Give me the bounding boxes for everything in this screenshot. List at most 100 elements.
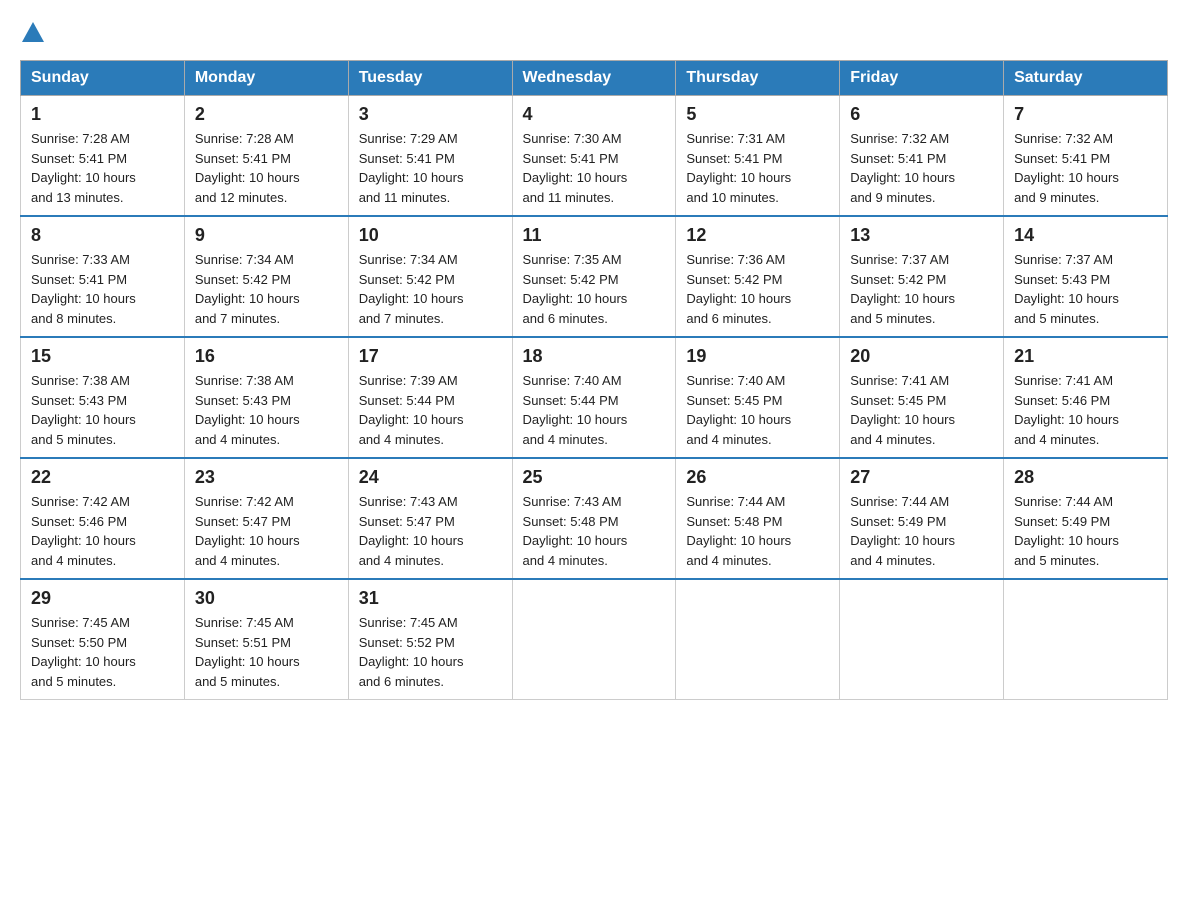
calendar-cell: 5 Sunrise: 7:31 AM Sunset: 5:41 PM Dayli…: [676, 96, 840, 217]
day-number: 29: [31, 588, 174, 609]
day-info: Sunrise: 7:41 AM Sunset: 5:46 PM Dayligh…: [1014, 373, 1119, 447]
weekday-header-wednesday: Wednesday: [512, 61, 676, 96]
page-header: [20, 20, 1168, 42]
day-number: 19: [686, 346, 829, 367]
week-row-3: 15 Sunrise: 7:38 AM Sunset: 5:43 PM Dayl…: [21, 337, 1168, 458]
day-info: Sunrise: 7:28 AM Sunset: 5:41 PM Dayligh…: [195, 131, 300, 205]
day-number: 31: [359, 588, 502, 609]
calendar-cell: 4 Sunrise: 7:30 AM Sunset: 5:41 PM Dayli…: [512, 96, 676, 217]
day-info: Sunrise: 7:36 AM Sunset: 5:42 PM Dayligh…: [686, 252, 791, 326]
day-info: Sunrise: 7:32 AM Sunset: 5:41 PM Dayligh…: [850, 131, 955, 205]
calendar-cell: 30 Sunrise: 7:45 AM Sunset: 5:51 PM Dayl…: [184, 579, 348, 700]
day-info: Sunrise: 7:44 AM Sunset: 5:49 PM Dayligh…: [850, 494, 955, 568]
calendar-cell: 27 Sunrise: 7:44 AM Sunset: 5:49 PM Dayl…: [840, 458, 1004, 579]
calendar-cell: 17 Sunrise: 7:39 AM Sunset: 5:44 PM Dayl…: [348, 337, 512, 458]
weekday-header-monday: Monday: [184, 61, 348, 96]
day-number: 24: [359, 467, 502, 488]
day-number: 5: [686, 104, 829, 125]
day-number: 16: [195, 346, 338, 367]
calendar-cell: 21 Sunrise: 7:41 AM Sunset: 5:46 PM Dayl…: [1004, 337, 1168, 458]
weekday-header-saturday: Saturday: [1004, 61, 1168, 96]
day-info: Sunrise: 7:37 AM Sunset: 5:42 PM Dayligh…: [850, 252, 955, 326]
day-info: Sunrise: 7:44 AM Sunset: 5:48 PM Dayligh…: [686, 494, 791, 568]
day-info: Sunrise: 7:34 AM Sunset: 5:42 PM Dayligh…: [195, 252, 300, 326]
calendar-cell: [1004, 579, 1168, 700]
calendar-cell: 18 Sunrise: 7:40 AM Sunset: 5:44 PM Dayl…: [512, 337, 676, 458]
calendar-cell: 11 Sunrise: 7:35 AM Sunset: 5:42 PM Dayl…: [512, 216, 676, 337]
day-info: Sunrise: 7:45 AM Sunset: 5:51 PM Dayligh…: [195, 615, 300, 689]
day-number: 3: [359, 104, 502, 125]
day-info: Sunrise: 7:33 AM Sunset: 5:41 PM Dayligh…: [31, 252, 136, 326]
day-number: 17: [359, 346, 502, 367]
day-number: 12: [686, 225, 829, 246]
day-info: Sunrise: 7:29 AM Sunset: 5:41 PM Dayligh…: [359, 131, 464, 205]
day-number: 10: [359, 225, 502, 246]
weekday-header-thursday: Thursday: [676, 61, 840, 96]
calendar-cell: 6 Sunrise: 7:32 AM Sunset: 5:41 PM Dayli…: [840, 96, 1004, 217]
calendar-cell: [676, 579, 840, 700]
week-row-4: 22 Sunrise: 7:42 AM Sunset: 5:46 PM Dayl…: [21, 458, 1168, 579]
week-row-2: 8 Sunrise: 7:33 AM Sunset: 5:41 PM Dayli…: [21, 216, 1168, 337]
day-info: Sunrise: 7:30 AM Sunset: 5:41 PM Dayligh…: [523, 131, 628, 205]
calendar-cell: 10 Sunrise: 7:34 AM Sunset: 5:42 PM Dayl…: [348, 216, 512, 337]
calendar-cell: 15 Sunrise: 7:38 AM Sunset: 5:43 PM Dayl…: [21, 337, 185, 458]
calendar-cell: 9 Sunrise: 7:34 AM Sunset: 5:42 PM Dayli…: [184, 216, 348, 337]
day-number: 30: [195, 588, 338, 609]
day-info: Sunrise: 7:45 AM Sunset: 5:50 PM Dayligh…: [31, 615, 136, 689]
calendar-cell: 14 Sunrise: 7:37 AM Sunset: 5:43 PM Dayl…: [1004, 216, 1168, 337]
day-info: Sunrise: 7:38 AM Sunset: 5:43 PM Dayligh…: [195, 373, 300, 447]
day-info: Sunrise: 7:42 AM Sunset: 5:46 PM Dayligh…: [31, 494, 136, 568]
logo: [20, 20, 44, 42]
day-info: Sunrise: 7:43 AM Sunset: 5:47 PM Dayligh…: [359, 494, 464, 568]
day-number: 8: [31, 225, 174, 246]
calendar-cell: 2 Sunrise: 7:28 AM Sunset: 5:41 PM Dayli…: [184, 96, 348, 217]
calendar-cell: 23 Sunrise: 7:42 AM Sunset: 5:47 PM Dayl…: [184, 458, 348, 579]
day-number: 28: [1014, 467, 1157, 488]
day-info: Sunrise: 7:38 AM Sunset: 5:43 PM Dayligh…: [31, 373, 136, 447]
week-row-5: 29 Sunrise: 7:45 AM Sunset: 5:50 PM Dayl…: [21, 579, 1168, 700]
day-info: Sunrise: 7:28 AM Sunset: 5:41 PM Dayligh…: [31, 131, 136, 205]
calendar-cell: 26 Sunrise: 7:44 AM Sunset: 5:48 PM Dayl…: [676, 458, 840, 579]
calendar-cell: 3 Sunrise: 7:29 AM Sunset: 5:41 PM Dayli…: [348, 96, 512, 217]
calendar-cell: 29 Sunrise: 7:45 AM Sunset: 5:50 PM Dayl…: [21, 579, 185, 700]
calendar-cell: 31 Sunrise: 7:45 AM Sunset: 5:52 PM Dayl…: [348, 579, 512, 700]
day-number: 15: [31, 346, 174, 367]
calendar-cell: 22 Sunrise: 7:42 AM Sunset: 5:46 PM Dayl…: [21, 458, 185, 579]
weekday-header-tuesday: Tuesday: [348, 61, 512, 96]
day-number: 6: [850, 104, 993, 125]
calendar-cell: 20 Sunrise: 7:41 AM Sunset: 5:45 PM Dayl…: [840, 337, 1004, 458]
day-number: 27: [850, 467, 993, 488]
logo-icon: [22, 20, 44, 42]
day-number: 26: [686, 467, 829, 488]
day-info: Sunrise: 7:34 AM Sunset: 5:42 PM Dayligh…: [359, 252, 464, 326]
day-number: 20: [850, 346, 993, 367]
calendar-cell: 12 Sunrise: 7:36 AM Sunset: 5:42 PM Dayl…: [676, 216, 840, 337]
day-number: 7: [1014, 104, 1157, 125]
day-info: Sunrise: 7:40 AM Sunset: 5:44 PM Dayligh…: [523, 373, 628, 447]
calendar-cell: 1 Sunrise: 7:28 AM Sunset: 5:41 PM Dayli…: [21, 96, 185, 217]
day-info: Sunrise: 7:31 AM Sunset: 5:41 PM Dayligh…: [686, 131, 791, 205]
calendar-cell: 16 Sunrise: 7:38 AM Sunset: 5:43 PM Dayl…: [184, 337, 348, 458]
day-info: Sunrise: 7:45 AM Sunset: 5:52 PM Dayligh…: [359, 615, 464, 689]
day-number: 13: [850, 225, 993, 246]
calendar-cell: [840, 579, 1004, 700]
day-number: 23: [195, 467, 338, 488]
day-info: Sunrise: 7:39 AM Sunset: 5:44 PM Dayligh…: [359, 373, 464, 447]
weekday-header-friday: Friday: [840, 61, 1004, 96]
calendar-cell: 25 Sunrise: 7:43 AM Sunset: 5:48 PM Dayl…: [512, 458, 676, 579]
day-number: 14: [1014, 225, 1157, 246]
day-info: Sunrise: 7:43 AM Sunset: 5:48 PM Dayligh…: [523, 494, 628, 568]
day-number: 4: [523, 104, 666, 125]
week-row-1: 1 Sunrise: 7:28 AM Sunset: 5:41 PM Dayli…: [21, 96, 1168, 217]
day-info: Sunrise: 7:41 AM Sunset: 5:45 PM Dayligh…: [850, 373, 955, 447]
day-info: Sunrise: 7:42 AM Sunset: 5:47 PM Dayligh…: [195, 494, 300, 568]
day-number: 2: [195, 104, 338, 125]
day-number: 25: [523, 467, 666, 488]
calendar-cell: 7 Sunrise: 7:32 AM Sunset: 5:41 PM Dayli…: [1004, 96, 1168, 217]
day-number: 11: [523, 225, 666, 246]
day-number: 1: [31, 104, 174, 125]
day-number: 21: [1014, 346, 1157, 367]
day-info: Sunrise: 7:40 AM Sunset: 5:45 PM Dayligh…: [686, 373, 791, 447]
day-number: 18: [523, 346, 666, 367]
weekday-header-sunday: Sunday: [21, 61, 185, 96]
